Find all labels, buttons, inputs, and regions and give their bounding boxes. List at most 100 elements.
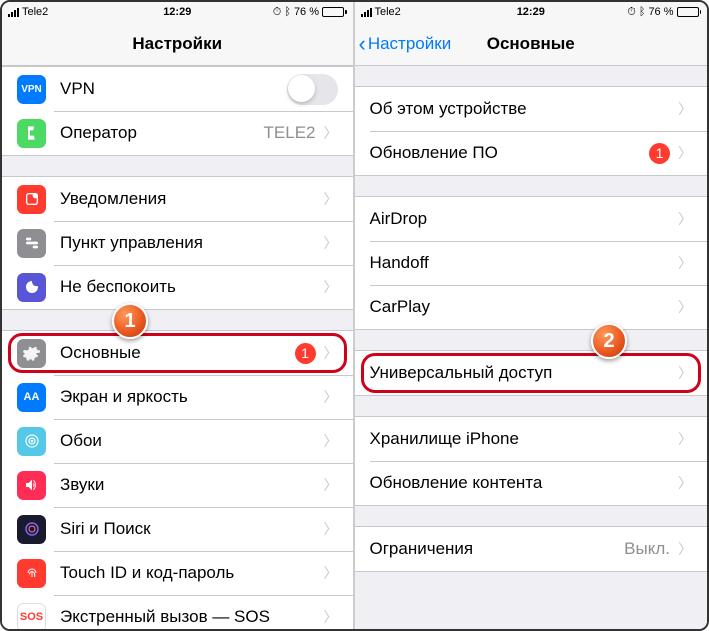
row-display[interactable]: AA Экран и яркость 〉 [2,375,353,419]
siri-icon [17,515,46,544]
callout-badge-1: 1 [112,303,148,339]
chevron-right-icon: 〉 [324,387,338,407]
chevron-right-icon: 〉 [678,99,692,119]
row-label: Обновление контента [370,473,679,493]
moon-icon [17,273,46,302]
control-center-icon [17,229,46,258]
chevron-right-icon: 〉 [678,473,692,493]
row-label: Siri и Поиск [60,519,324,539]
chevron-right-icon: 〉 [324,519,338,539]
row-background-refresh[interactable]: Обновление контента 〉 [355,461,708,505]
phone-icon [17,119,46,148]
row-notifications[interactable]: Уведомления 〉 [2,177,353,221]
row-label: Универсальный доступ [370,363,679,383]
row-label: Handoff [370,253,679,273]
bluetooth-icon: ᛒ [284,6,291,18]
gear-icon [17,339,46,368]
row-storage[interactable]: Хранилище iPhone 〉 [355,417,708,461]
notifications-icon [17,185,46,214]
row-handoff[interactable]: Handoff 〉 [355,241,708,285]
status-bar: Tele2 12:29 ⏱ ᛒ 76 % [2,2,353,22]
row-label: AirDrop [370,209,679,229]
alarm-icon: ⏱ [273,6,282,19]
row-label: Ограничения [370,539,625,559]
row-wallpaper[interactable]: Обои 〉 [2,419,353,463]
battery-icon [322,7,347,17]
row-accessibility[interactable]: Универсальный доступ 〉 [355,351,708,395]
general-list[interactable]: Об этом устройстве 〉 Обновление ПО 1 〉 A… [355,66,708,629]
row-vpn[interactable]: VPN VPN [2,67,353,111]
chevron-right-icon: 〉 [324,123,338,143]
carrier-label: Tele2 [22,6,48,18]
sounds-icon [17,471,46,500]
chevron-right-icon: 〉 [678,429,692,449]
chevron-right-icon: 〉 [678,209,692,229]
battery-percent: 76 % [648,6,673,18]
row-label: Пункт управления [60,233,324,253]
row-label: Об этом устройстве [370,99,679,119]
nav-bar: Настройки [2,22,353,66]
vpn-icon: VPN [17,75,46,104]
chevron-right-icon: 〉 [324,431,338,451]
status-bar: Tele2 12:29 ⏱ ᛒ 76 % [355,2,708,22]
row-label: CarPlay [370,297,679,317]
row-sounds[interactable]: Звуки 〉 [2,463,353,507]
row-label: Оператор [60,123,264,143]
clock: 12:29 [163,6,191,18]
battery-percent: 76 % [294,6,319,18]
chevron-right-icon: 〉 [678,539,692,559]
settings-list[interactable]: VPN VPN Оператор TELE2 〉 [2,66,353,629]
phone-settings: Tele2 12:29 ⏱ ᛒ 76 % Настройки VPN VPN [2,2,355,629]
nav-bar: ‹ Настройки Основные [355,22,708,66]
row-label: Хранилище iPhone [370,429,679,449]
signal-icon [8,8,19,17]
sos-icon: SOS [17,603,46,630]
row-restrictions[interactable]: Ограничения Выкл. 〉 [355,527,708,571]
chevron-right-icon: 〉 [678,363,692,383]
row-about[interactable]: Об этом устройстве 〉 [355,87,708,131]
row-label: Не беспокоить [60,277,324,297]
chevron-right-icon: 〉 [678,143,692,163]
chevron-right-icon: 〉 [324,343,338,363]
chevron-right-icon: 〉 [324,563,338,583]
fingerprint-icon [17,559,46,588]
wallpaper-icon [17,427,46,456]
chevron-right-icon: 〉 [324,475,338,495]
row-detail: TELE2 [264,123,316,143]
bluetooth-icon: ᛒ [639,6,646,18]
row-dnd[interactable]: Не беспокоить 〉 [2,265,353,309]
row-operator[interactable]: Оператор TELE2 〉 [2,111,353,155]
chevron-right-icon: 〉 [324,233,338,253]
row-label: Обои [60,431,324,451]
row-general[interactable]: Основные 1 〉 [2,331,353,375]
notification-badge: 1 [295,343,316,364]
row-touchid[interactable]: Touch ID и код-пароль 〉 [2,551,353,595]
display-icon: AA [17,383,46,412]
chevron-right-icon: 〉 [324,189,338,209]
row-software-update[interactable]: Обновление ПО 1 〉 [355,131,708,175]
battery-icon [677,7,702,17]
chevron-right-icon: 〉 [678,297,692,317]
page-title: Основные [355,34,708,54]
phone-general: Tele2 12:29 ⏱ ᛒ 76 % ‹ Настройки Основны… [355,2,708,629]
row-detail: Выкл. [624,539,670,559]
row-airdrop[interactable]: AirDrop 〉 [355,197,708,241]
vpn-toggle[interactable] [287,74,338,105]
carrier-label: Tele2 [375,6,401,18]
chevron-right-icon: 〉 [324,607,338,627]
row-sos[interactable]: SOS Экстренный вызов — SOS 〉 [2,595,353,629]
row-label: Touch ID и код-пароль [60,563,324,583]
clock: 12:29 [517,6,545,18]
notification-badge: 1 [649,143,670,164]
row-label: Основные [60,343,295,363]
row-label: Звуки [60,475,324,495]
signal-icon [361,8,372,17]
row-control-center[interactable]: Пункт управления 〉 [2,221,353,265]
row-siri[interactable]: Siri и Поиск 〉 [2,507,353,551]
row-label: Обновление ПО [370,143,650,163]
row-label: Уведомления [60,189,324,209]
row-label: VPN [60,79,287,99]
row-carplay[interactable]: CarPlay 〉 [355,285,708,329]
callout-badge-2: 2 [591,323,627,359]
page-title: Настройки [2,34,353,54]
